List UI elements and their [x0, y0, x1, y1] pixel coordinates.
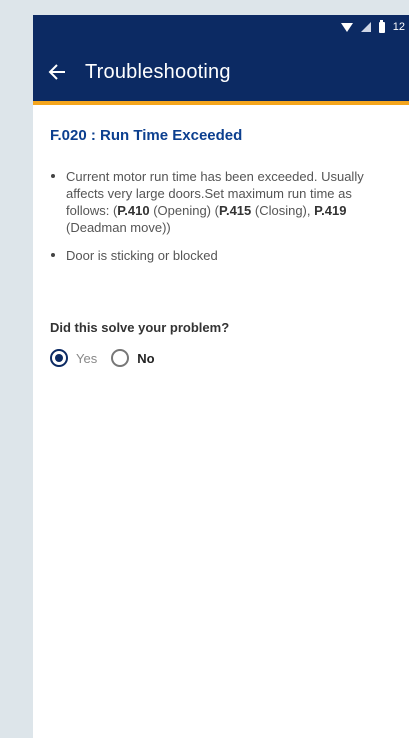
fault-title: F.020 : Run Time Exceeded: [50, 127, 243, 144]
wifi-icon: [340, 22, 353, 32]
arrow-left-icon: [48, 64, 65, 80]
bullet-text: Door is sticking or blocked: [66, 248, 218, 263]
status-time: 12: [392, 21, 405, 33]
yes-label: Yes: [76, 350, 98, 366]
app-bar: Troubleshooting: [33, 43, 409, 105]
signal-icon: [360, 22, 371, 32]
parameter-code: P.415: [218, 203, 252, 218]
back-button[interactable]: [33, 44, 85, 100]
battery-icon: [378, 19, 385, 33]
list-item: Door is sticking or blocked: [50, 247, 393, 264]
parameter-code: P.419: [314, 203, 347, 218]
feedback-options: Yes No: [50, 349, 393, 367]
radio-no[interactable]: [111, 349, 130, 367]
page-title: Troubleshooting: [85, 60, 231, 83]
phone-screen: 12 Troubleshooting F.020 : Run Time Exce…: [33, 15, 409, 738]
bullet-text: (Opening) (: [149, 203, 219, 218]
yes-option[interactable]: Yes: [50, 349, 97, 367]
feedback-question: Did this solve your problem?: [50, 320, 230, 335]
status-bar: 12: [33, 15, 409, 43]
radio-yes[interactable]: [50, 349, 68, 367]
main-content: F.020 : Run Time Exceeded Current motor …: [33, 105, 409, 367]
parameter-code: P.410: [117, 203, 150, 218]
status-icons: 12: [340, 19, 405, 33]
bullet-text: (Closing),: [251, 203, 315, 218]
no-label: No: [137, 350, 155, 366]
bullet-text: (Deadman move)): [66, 220, 171, 235]
no-option[interactable]: No: [111, 349, 155, 367]
cause-list: Current motor run time has been exceeded…: [50, 168, 393, 264]
list-item: Current motor run time has been exceeded…: [50, 168, 393, 236]
